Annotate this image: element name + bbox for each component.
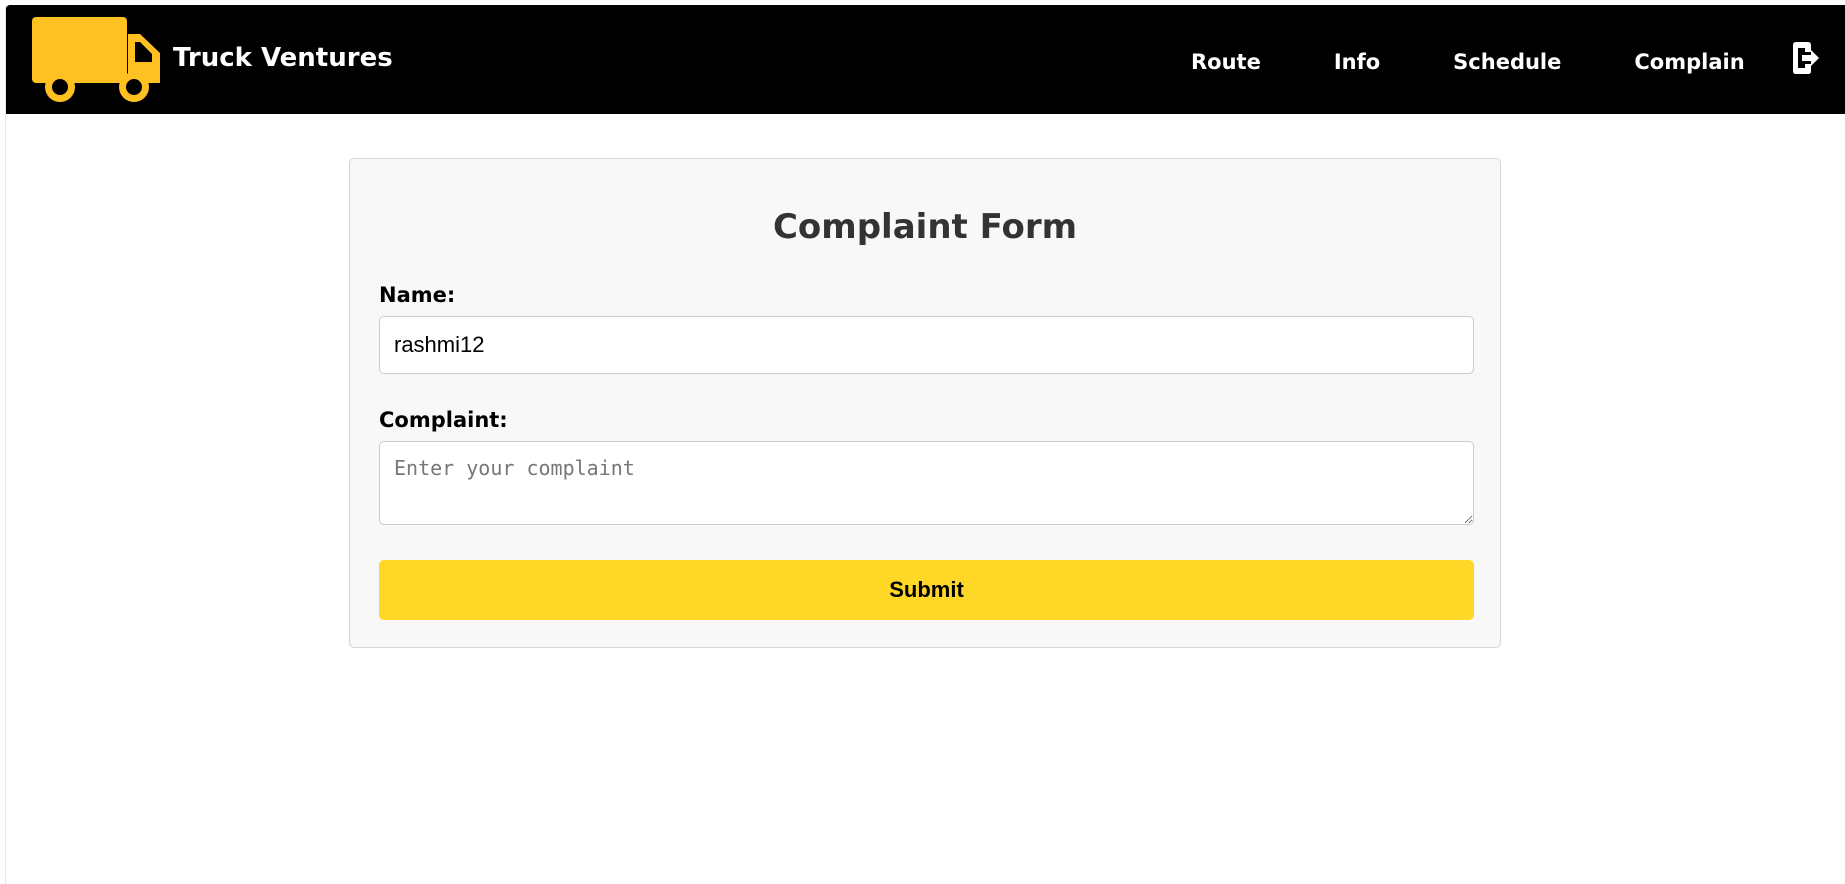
nav-complain[interactable]: Complain [1634,50,1744,74]
truck-icon [32,17,160,102]
nav-schedule[interactable]: Schedule [1453,50,1561,74]
complaint-label: Complaint: [379,408,508,432]
complaint-textarea[interactable] [379,441,1474,525]
navbar: Truck Ventures Route Info Schedule Compl… [6,5,1845,114]
nav-route[interactable]: Route [1191,50,1261,74]
brand[interactable]: Truck Ventures [32,17,393,103]
submit-button[interactable]: Submit [379,560,1474,620]
logout-icon[interactable] [1790,41,1820,75]
name-input[interactable] [379,316,1474,374]
nav-info[interactable]: Info [1334,50,1380,74]
name-label: Name: [379,283,456,307]
page: Truck Ventures Route Info Schedule Compl… [5,5,1845,884]
complaint-form-card: Complaint Form Name: Complaint: Submit [349,158,1501,648]
form-title: Complaint Form [772,207,1078,247]
main-nav: Route Info Schedule Complain [1191,5,1745,114]
brand-name: Truck Ventures [173,43,393,73]
